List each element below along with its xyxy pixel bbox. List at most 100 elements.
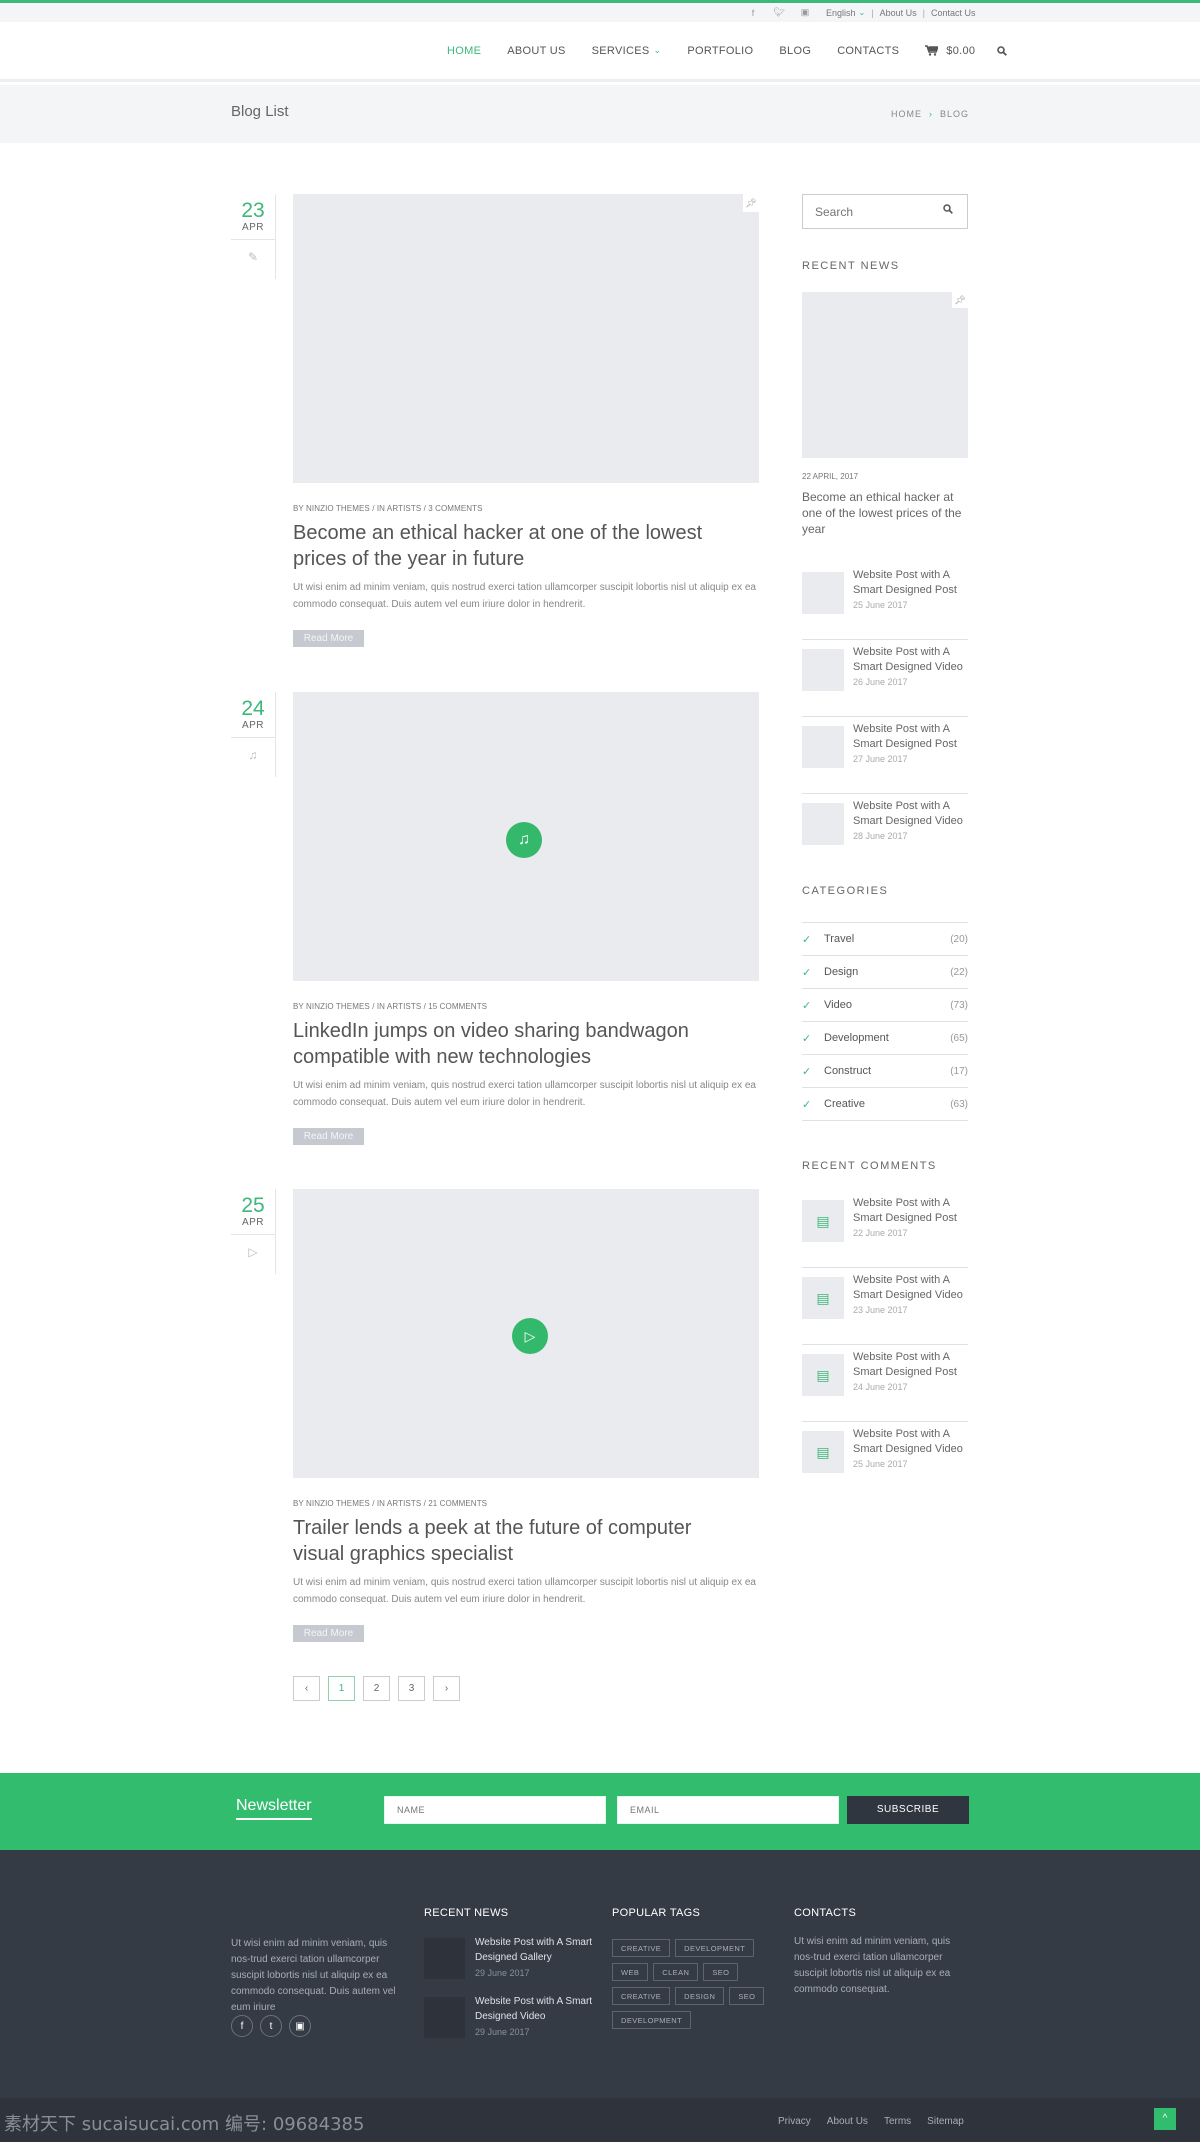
post-meta: BY NINZIO THEMES / IN ARTISTS / 3 COMMEN… [293,504,483,513]
nav-contacts[interactable]: CONTACTS [837,45,899,57]
category-name: Creative [824,1098,865,1110]
blog-post: 25 APR ▷ ▷ BY NINZIO THEMES / IN ARTISTS… [231,1189,761,1649]
comment-title: Website Post with A Smart Designed Video [853,1274,963,1301]
name-input[interactable] [385,1797,605,1823]
tag[interactable]: CLEAN [653,1963,699,1981]
tag[interactable]: DESIGN [675,1987,725,2005]
back-to-top-button[interactable]: ^ [1154,2108,1176,2130]
post-video[interactable]: ▷ [293,1189,759,1478]
music-note-icon[interactable]: ♫ [506,822,542,858]
email-input[interactable] [618,1797,838,1823]
twitter-icon[interactable]: t [260,2015,282,2037]
read-more-button[interactable]: Read More [293,630,364,647]
post-image[interactable]: 📌︎ [293,194,759,483]
next-page-button[interactable]: › [433,1676,460,1701]
breadcrumb-home[interactable]: HOME [891,109,922,119]
divider [231,239,275,240]
news-thumbnail [424,1997,465,2038]
contact-us-link[interactable]: Contact Us [931,8,976,18]
category-construct[interactable]: ✓ Construct (17) [802,1055,968,1088]
recent-comment-item[interactable]: ▤ Website Post with A Smart Designed Pos… [802,1192,968,1268]
read-more-button[interactable]: Read More [293,1625,364,1642]
cart-button[interactable]: $0.00 [925,45,975,57]
post-title[interactable]: Trailer lends a peek at the future of co… [293,1515,733,1567]
instagram-icon[interactable]: ▣ [792,7,818,18]
tag[interactable]: CREATIVE [612,1939,671,1957]
category-travel[interactable]: ✓ Travel (20) [802,923,968,956]
twitter-icon[interactable]: 🐦︎ [766,7,792,18]
subscribe-button[interactable]: SUBSCRIBE [847,1796,969,1824]
search-icon[interactable] [943,204,953,214]
recent-comment-item[interactable]: ▤ Website Post with A Smart Designed Pos… [802,1346,968,1422]
page-2-button[interactable]: 2 [363,1676,390,1701]
post-excerpt: Ut wisi enim ad minim veniam, quis nostr… [293,1080,756,1108]
category-development[interactable]: ✓ Development (65) [802,1022,968,1055]
comment-title: Website Post with A Smart Designed Video [853,1428,963,1455]
post-title[interactable]: LinkedIn jumps on video sharing bandwago… [293,1018,733,1070]
nav-services-label: SERVICES [591,44,650,57]
news-date: 28 June 2017 [853,831,908,841]
news-title: Website Post with A Smart Designed Galle… [475,1937,593,1963]
instagram-icon[interactable]: ▣ [289,2015,311,2037]
play-icon[interactable]: ▷ [512,1318,548,1354]
footer-news-item[interactable]: Website Post with A Smart Designed Video… [424,1996,604,2047]
sitemap-link[interactable]: Sitemap [927,2116,964,2127]
tag[interactable]: DEVELOPMENT [675,1939,755,1957]
terms-link[interactable]: Terms [884,2116,911,2127]
post-audio[interactable]: ♫ [293,692,759,981]
news-thumbnail [802,649,844,691]
about-us-link[interactable]: About Us [880,8,917,18]
category-design[interactable]: ✓ Design (22) [802,956,968,989]
cart-total: $0.00 [946,44,976,57]
news-thumbnail [802,572,844,614]
categories-title: CATEGORIES [802,885,889,897]
page-1-button[interactable]: 1 [328,1676,355,1701]
page-hero: Blog List HOME › BLOG [0,85,1200,143]
search-input[interactable] [803,195,923,228]
nav-blog[interactable]: BLOG [779,45,811,57]
divider [802,793,968,794]
category-count: (20) [950,933,968,945]
news-date: 29 June 2017 [475,2027,530,2037]
nav-portfolio[interactable]: PORTFOLIO [687,45,753,57]
chevron-down-icon: ⌄ [653,45,662,55]
post-title[interactable]: Become an ethical hacker at one of the l… [293,520,733,572]
news-title: Website Post with A Smart Designed Post [853,569,957,596]
nav-about-us[interactable]: ABOUT US [507,45,565,57]
tag[interactable]: DEVELOPMENT [612,2011,692,2029]
cart-icon [925,45,939,56]
tag[interactable]: WEB [612,1963,649,1981]
privacy-link[interactable]: Privacy [778,2116,811,2127]
facebook-icon[interactable]: f [740,8,766,18]
check-icon: ✓ [802,1098,812,1111]
facebook-icon[interactable]: f [231,2015,253,2037]
recent-comment-item[interactable]: ▤ Website Post with A Smart Designed Vid… [802,1423,968,1499]
recent-news-item[interactable]: Website Post with A Smart Designed Video… [802,641,968,717]
category-video[interactable]: ✓ Video (73) [802,989,968,1022]
recent-news-item[interactable]: Website Post with A Smart Designed Post … [802,718,968,794]
prev-page-button[interactable]: ‹ [293,1676,320,1701]
search-icon[interactable] [997,45,1008,56]
recent-news-item[interactable]: Website Post with A Smart Designed Video… [802,795,968,871]
recent-comment-item[interactable]: ▤ Website Post with A Smart Designed Vid… [802,1269,968,1345]
tag[interactable]: CREATIVE [612,1987,671,2005]
language-selector[interactable]: English ⌄ [826,8,865,18]
pagination: ‹ 1 2 3 › [293,1676,460,1701]
featured-news-image[interactable]: 📌︎ [802,292,968,458]
nav-services[interactable]: SERVICES ⌄ [592,45,662,57]
footer-news-item[interactable]: Website Post with A Smart Designed Galle… [424,1937,604,1988]
read-more-button[interactable]: Read More [293,1128,364,1145]
recent-news-item[interactable]: Website Post with A Smart Designed Post … [802,564,968,640]
blog-post: 24 APR ♫ ♫ BY NINZIO THEMES / IN ARTISTS… [231,692,761,1152]
nav-home[interactable]: HOME [447,45,481,57]
comment-icon: ▤ [802,1277,844,1319]
featured-news-title[interactable]: Become an ethical hacker at one of the l… [802,489,962,537]
about-us-link[interactable]: About Us [827,2116,868,2127]
tag[interactable]: SEO [729,1987,765,2005]
tag[interactable]: SEO [703,1963,739,1981]
category-creative[interactable]: ✓ Creative (63) [802,1088,968,1121]
watermark: 素材天下 sucaisucai.com 编号: 09684385 [4,2114,365,2135]
email-field-wrapper [617,1796,839,1824]
page-3-button[interactable]: 3 [398,1676,425,1701]
pin-icon: 📌︎ [743,194,759,212]
